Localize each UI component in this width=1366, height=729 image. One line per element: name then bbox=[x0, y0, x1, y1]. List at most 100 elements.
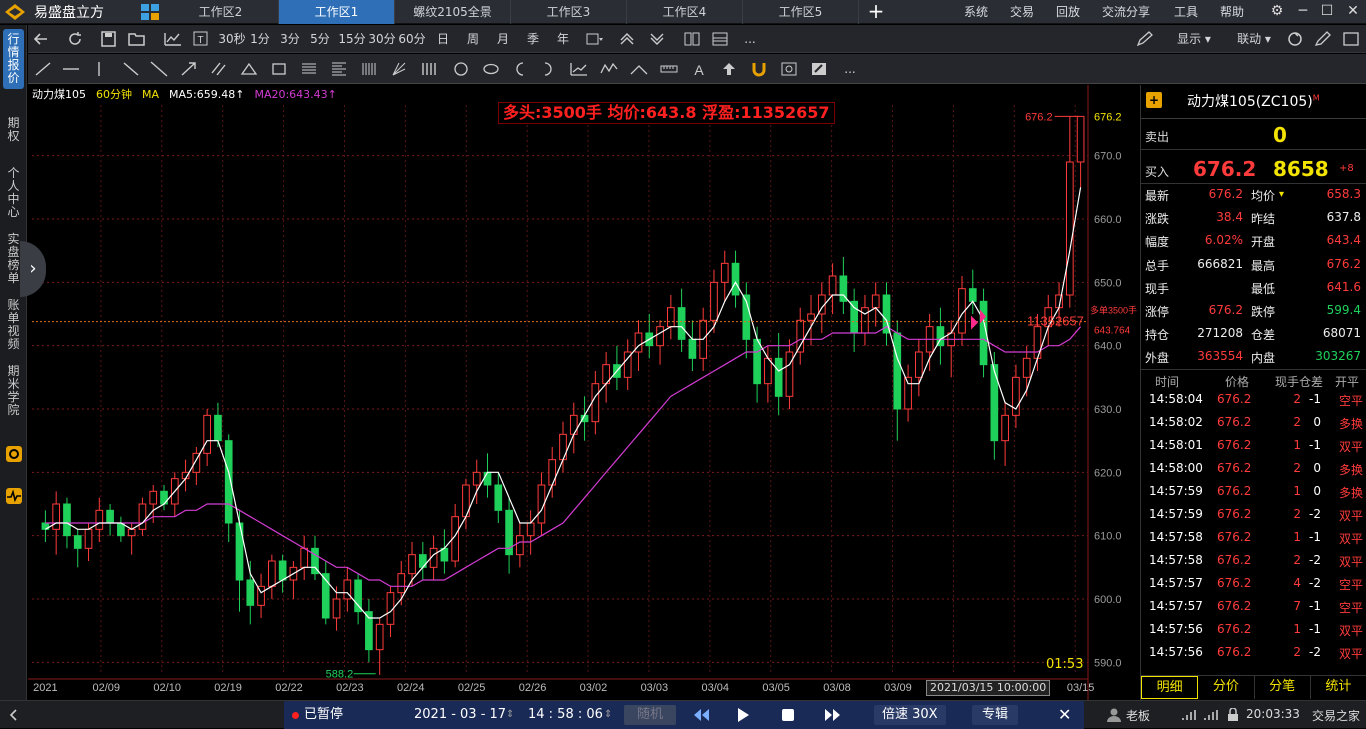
period-week[interactable]: 周 bbox=[463, 25, 483, 53]
collapse-icon[interactable] bbox=[6, 707, 22, 723]
kline-chart[interactable]: 590.0 600.0 610.0 620.0 630.0 640.0 650.0 660.0… bbox=[28, 85, 1138, 700]
tab-price-dist[interactable]: 分价 bbox=[1198, 676, 1255, 699]
speed-button[interactable]: 倍速 30X bbox=[874, 705, 946, 725]
tab-workspace1[interactable]: 工作区1 bbox=[279, 0, 395, 24]
up-arrow-mark-icon[interactable] bbox=[720, 61, 738, 77]
window-icon[interactable] bbox=[1342, 31, 1360, 47]
text-tool-icon[interactable]: T bbox=[192, 31, 210, 47]
tab-stats[interactable]: 统计 bbox=[1311, 676, 1366, 699]
minimize-icon[interactable]: ─ bbox=[1290, 0, 1316, 24]
menu-replay[interactable]: 回放 bbox=[1056, 0, 1080, 24]
period-month[interactable]: 月 bbox=[493, 25, 513, 53]
segment-tool-icon[interactable] bbox=[34, 61, 52, 77]
replay-time[interactable]: 14 : 58 : 06 bbox=[528, 701, 603, 729]
period-year[interactable]: 年 bbox=[553, 25, 573, 53]
vline-tool-icon[interactable] bbox=[90, 61, 108, 77]
sync-icon[interactable] bbox=[1286, 31, 1304, 47]
triangle-tool-icon[interactable] bbox=[240, 61, 258, 77]
display-dropdown[interactable]: 显示 ▾ bbox=[1170, 25, 1218, 53]
menu-tools[interactable]: 工具 bbox=[1174, 0, 1198, 24]
arc-right-icon[interactable] bbox=[538, 61, 556, 77]
time-cycle-icon[interactable] bbox=[360, 61, 378, 77]
menu-system[interactable]: 系统 bbox=[964, 0, 988, 24]
pulse-icon[interactable] bbox=[5, 487, 23, 505]
fib-fan-icon[interactable] bbox=[330, 61, 348, 77]
tab-workspace5[interactable]: 工作区5 bbox=[743, 0, 859, 24]
arc-left-icon[interactable] bbox=[512, 61, 530, 77]
period-dropdown-icon[interactable] bbox=[586, 31, 604, 47]
back-icon[interactable] bbox=[32, 31, 50, 47]
player-close-icon[interactable]: ✕ bbox=[1058, 701, 1071, 729]
album-button[interactable]: 专辑 bbox=[972, 705, 1019, 725]
tab-workspace2[interactable]: 工作区2 bbox=[163, 0, 279, 24]
period-30s[interactable]: 30秒 bbox=[218, 25, 246, 53]
period-quarter[interactable]: 季 bbox=[523, 25, 543, 53]
legend-symbol[interactable]: 动力煤105 bbox=[32, 87, 86, 103]
hline-tool-icon[interactable] bbox=[62, 61, 80, 77]
tab-workspace3[interactable]: 工作区3 bbox=[511, 0, 627, 24]
circle-tool-icon[interactable] bbox=[452, 61, 470, 77]
menu-help[interactable]: 帮助 bbox=[1220, 0, 1244, 24]
chart-canvas[interactable]: 590.0 600.0 610.0 620.0 630.0 640.0 650.0 660.0… bbox=[28, 85, 1138, 700]
play-icon[interactable] bbox=[736, 707, 750, 723]
period-30m[interactable]: 30分 bbox=[368, 25, 396, 53]
replay-icon[interactable] bbox=[5, 445, 23, 463]
bars-tool-icon[interactable] bbox=[420, 61, 438, 77]
period-5m[interactable]: 5分 bbox=[308, 25, 332, 53]
time-spinner-icon[interactable]: ⇕ bbox=[604, 701, 612, 729]
text-a-icon[interactable]: A bbox=[690, 61, 708, 77]
refresh-icon[interactable] bbox=[66, 31, 84, 47]
gann-tool-icon[interactable] bbox=[390, 61, 408, 77]
link-dropdown[interactable]: 联动 ▾ bbox=[1230, 25, 1278, 53]
close-icon[interactable]: ✕ bbox=[1340, 0, 1366, 24]
legend-period[interactable]: 60分钟 bbox=[96, 87, 132, 103]
add-tab-icon[interactable]: + bbox=[866, 0, 886, 24]
tab-detail[interactable]: 明细 bbox=[1141, 676, 1199, 699]
line-chart-icon[interactable] bbox=[164, 31, 182, 47]
arrow-line-icon[interactable] bbox=[180, 61, 198, 77]
zoom-in-icon[interactable] bbox=[618, 31, 636, 47]
ray-tool-icon[interactable] bbox=[122, 61, 140, 77]
ellipse-tool-icon[interactable] bbox=[482, 61, 500, 77]
date-spinner-icon[interactable]: ⇕ bbox=[506, 701, 514, 729]
parallel-line-icon[interactable] bbox=[210, 61, 228, 77]
channel-icon[interactable] bbox=[630, 61, 648, 77]
ruler-icon[interactable] bbox=[660, 61, 678, 77]
zoom-out-icon[interactable] bbox=[648, 31, 666, 47]
layout-icon[interactable] bbox=[711, 31, 729, 47]
sidebar-item-video[interactable]: 账单视频 bbox=[3, 295, 24, 355]
wave-icon[interactable] bbox=[600, 61, 618, 77]
sidebar-item-academy[interactable]: 期米学院 bbox=[3, 361, 24, 421]
period-1m[interactable]: 1分 bbox=[248, 25, 272, 53]
rewind-icon[interactable] bbox=[692, 707, 710, 723]
home-link[interactable]: 交易之家 bbox=[1312, 707, 1360, 724]
tab-workspace4[interactable]: 工作区4 bbox=[627, 0, 743, 24]
fib-tool-icon[interactable] bbox=[300, 61, 318, 77]
buy-price[interactable]: 676.2 bbox=[1193, 157, 1256, 181]
sidebar-item-options[interactable]: 期权 bbox=[3, 113, 24, 147]
maximize-icon[interactable]: ☐ bbox=[1314, 0, 1340, 24]
period-3m[interactable]: 3分 bbox=[278, 25, 302, 53]
user-name[interactable]: 老板 bbox=[1126, 707, 1150, 724]
replay-date[interactable]: 2021 - 03 - 17 bbox=[414, 701, 506, 729]
sidebar-item-personal[interactable]: 个人中心 bbox=[3, 163, 24, 223]
split-icon[interactable] bbox=[683, 31, 701, 47]
menu-trade[interactable]: 交易 bbox=[1010, 0, 1034, 24]
lock-icon[interactable] bbox=[1226, 708, 1240, 722]
fast-forward-icon[interactable] bbox=[824, 707, 842, 723]
settings-icon[interactable]: ⚙ bbox=[1264, 0, 1290, 24]
user-avatar-icon[interactable] bbox=[1106, 707, 1122, 723]
period-60m[interactable]: 60分 bbox=[398, 25, 426, 53]
period-day[interactable]: 日 bbox=[433, 25, 453, 53]
save-icon[interactable] bbox=[100, 31, 118, 47]
tab-rebar-panorama[interactable]: 螺纹2105全景 bbox=[395, 0, 511, 24]
more-tools[interactable]: ... bbox=[740, 25, 760, 53]
pen-tool-icon[interactable] bbox=[1136, 31, 1154, 47]
menu-share[interactable]: 交流分享 bbox=[1102, 0, 1150, 24]
legend-indicator[interactable]: MA bbox=[142, 87, 159, 103]
add-watchlist-icon[interactable]: + bbox=[1146, 92, 1162, 108]
stop-icon[interactable] bbox=[780, 707, 796, 723]
avg-price-dropdown-icon[interactable]: ▾ bbox=[1279, 189, 1284, 200]
grid-settings-icon[interactable] bbox=[780, 61, 798, 77]
period-15m[interactable]: 15分 bbox=[338, 25, 366, 53]
